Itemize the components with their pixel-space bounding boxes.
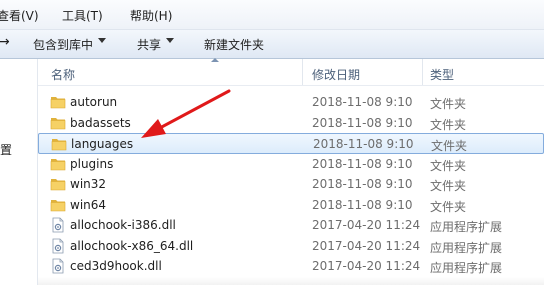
red-pointer-arrow-annotation bbox=[141, 89, 231, 138]
